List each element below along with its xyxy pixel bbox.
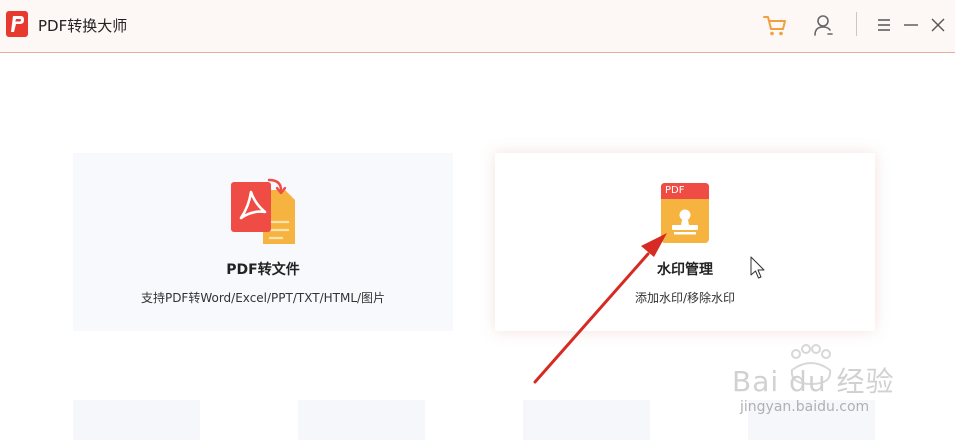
baidu-watermark-url: jingyan.baidu.com [740, 399, 870, 415]
title-bar-divider [856, 12, 857, 36]
card-title: 水印管理 [657, 262, 713, 278]
pdf-to-file-icon [229, 178, 299, 250]
card-subtitle: 添加水印/移除水印 [634, 291, 736, 305]
menu-icon[interactable] [871, 12, 897, 38]
close-icon[interactable] [925, 12, 951, 38]
feature-card[interactable] [523, 400, 650, 440]
app-title: PDF转换大师 [38, 17, 128, 35]
minimize-icon[interactable] [898, 12, 924, 38]
feature-card[interactable] [298, 400, 425, 440]
cart-icon[interactable] [762, 12, 788, 38]
baidu-watermark: Bai du 经验 [732, 340, 912, 398]
watermark-manage-card[interactable]: PDF 水印管理 添加水印/移除水印 [495, 153, 875, 331]
title-bar: PDF转换大师 [0, 0, 955, 53]
feature-card[interactable] [73, 400, 200, 440]
card-subtitle: 支持PDF转Word/Excel/PPT/TXT/HTML/图片 [140, 291, 386, 305]
pdf-icon-label: PDF [665, 185, 685, 196]
user-icon[interactable] [810, 12, 836, 38]
pdf-convert-card[interactable]: PDF转文件 支持PDF转Word/Excel/PPT/TXT/HTML/图片 [73, 153, 453, 331]
card-title: PDF转文件 [226, 262, 300, 278]
baidu-watermark-text: Bai du 经验 [732, 365, 895, 398]
app-logo-icon [6, 11, 28, 37]
